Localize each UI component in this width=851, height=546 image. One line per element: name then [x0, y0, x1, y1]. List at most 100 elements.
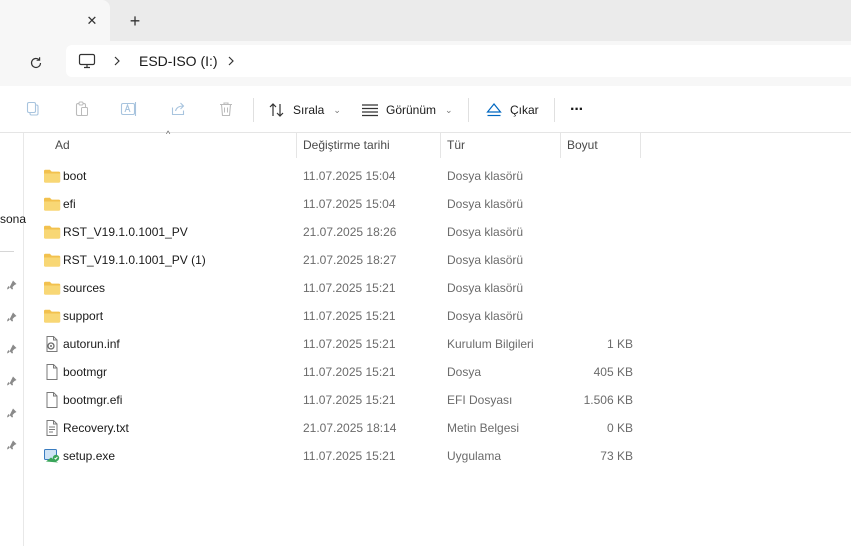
this-pc-icon — [78, 53, 96, 69]
file-row[interactable]: Recovery.txt 21.07.2025 18:14 Metin Belges… — [24, 414, 644, 442]
file-row[interactable]: boot 11.07.2025 15:04 Dosya klasörü — [24, 162, 644, 190]
file-name: RST_V19.1.0.1001_PV (1) — [63, 253, 206, 267]
delete-button[interactable] — [217, 100, 235, 118]
column-divider[interactable] — [296, 133, 297, 158]
new-tab-button[interactable]: + — [124, 11, 146, 31]
file-row[interactable]: sources 11.07.2025 15:21 Dosya klasörü — [24, 274, 644, 302]
sort-ascending-icon: ^ — [166, 129, 171, 139]
pin-icon[interactable] — [6, 407, 18, 419]
text-file-icon — [43, 420, 61, 436]
chevron-down-icon: ⌄ — [445, 104, 453, 115]
view-button[interactable]: Görünüm ⌄ — [361, 96, 453, 124]
file-modified: 11.07.2025 15:21 — [303, 337, 396, 351]
sort-button[interactable]: Sırala ⌄ — [268, 96, 341, 124]
column-header-modified[interactable]: Değiştirme tarihi — [303, 133, 390, 158]
pin-icon[interactable] — [6, 311, 18, 323]
folder-icon — [43, 196, 61, 212]
setup-exe-icon — [43, 448, 61, 464]
file-row[interactable]: autorun.inf 11.07.2025 15:21 Kurulum Bilgi… — [24, 330, 644, 358]
file-type: EFI Dosyası — [447, 393, 513, 407]
sort-icon — [269, 103, 284, 117]
paste-icon — [75, 101, 88, 117]
file-name: bootmgr — [63, 365, 108, 379]
file-type: Uygulama — [447, 449, 502, 463]
file-modified: 11.07.2025 15:21 — [303, 309, 396, 323]
file-row[interactable]: bootmgr 11.07.2025 15:21 Dosya 405 KB — [24, 358, 644, 386]
pin-icon[interactable] — [6, 375, 18, 387]
file-icon — [43, 364, 61, 380]
file-name: setup.exe — [63, 449, 116, 463]
close-tab-button[interactable]: ✕ — [82, 11, 102, 31]
file-modified: 11.07.2025 15:21 — [303, 449, 396, 463]
more-options-button[interactable]: ··· — [570, 96, 584, 124]
setup-info-file-icon — [43, 336, 61, 352]
chevron-down-icon: ⌄ — [333, 104, 341, 115]
paste-button[interactable] — [73, 100, 91, 118]
sort-label: Sırala — [293, 103, 325, 117]
column-divider[interactable] — [560, 133, 561, 158]
address-bar[interactable]: ESD-ISO (I:) — [66, 45, 851, 77]
nav-item-partial[interactable]: sona — [0, 212, 26, 226]
file-row[interactable]: bootmgr.efi 11.07.2025 15:21 EFI Dosyası 1.… — [24, 386, 644, 414]
column-divider[interactable] — [440, 133, 441, 158]
nav-divider — [0, 251, 14, 252]
share-button[interactable] — [169, 100, 187, 118]
file-type: Kurulum Bilgileri — [447, 337, 534, 351]
file-row[interactable]: efi 11.07.2025 15:04 Dosya klasörü — [24, 190, 644, 218]
file-modified: 21.07.2025 18:26 — [303, 225, 397, 239]
file-modified: 11.07.2025 15:21 — [303, 393, 396, 407]
navigation-pane: sona — [0, 133, 26, 546]
command-bar: Sırala ⌄ Görünüm ⌄ Çıkar ··· — [0, 86, 851, 133]
file-name: sources — [63, 281, 106, 295]
command-separator — [468, 98, 469, 122]
chevron-right-icon[interactable] — [226, 54, 236, 68]
rename-button[interactable] — [120, 100, 138, 118]
column-header-name[interactable]: Ad — [55, 133, 70, 158]
tab-active[interactable]: ✕ — [0, 0, 110, 41]
file-modified: 11.07.2025 15:21 — [303, 365, 396, 379]
file-type: Dosya klasörü — [447, 225, 524, 239]
file-row[interactable]: support 11.07.2025 15:21 Dosya klasörü — [24, 302, 644, 330]
folder-icon — [43, 280, 61, 296]
file-type: Dosya klasörü — [447, 281, 524, 295]
refresh-icon — [30, 57, 42, 69]
file-row[interactable]: setup.exe 11.07.2025 15:21 Uygulama 73 KB — [24, 442, 644, 470]
file-size: 73 KB — [600, 449, 633, 463]
column-header-type[interactable]: Tür — [447, 133, 465, 158]
file-name: efi — [63, 197, 76, 211]
file-row[interactable]: RST_V19.1.0.1001_PV (1) 21.07.2025 18:27 D… — [24, 246, 644, 274]
eject-icon — [486, 103, 502, 117]
command-separator — [253, 98, 254, 122]
close-icon: ✕ — [86, 13, 98, 28]
tab-strip: ✕ + — [0, 0, 851, 41]
chevron-right-icon[interactable] — [112, 54, 122, 68]
folder-icon — [43, 168, 61, 184]
rename-icon — [120, 102, 137, 116]
pin-icon[interactable] — [6, 343, 18, 355]
view-icon — [362, 104, 378, 117]
copy-icon — [26, 101, 39, 116]
file-size: 1.506 KB — [583, 393, 633, 407]
address-row: ESD-ISO (I:) — [0, 41, 851, 86]
pin-icon[interactable] — [6, 279, 18, 291]
breadcrumb-drive[interactable]: ESD-ISO (I:) — [139, 53, 218, 69]
file-icon — [43, 392, 61, 408]
file-type: Dosya klasörü — [447, 309, 524, 323]
file-name: bootmgr.efi — [63, 393, 123, 407]
column-header-size[interactable]: Boyut — [567, 133, 598, 158]
file-type: Dosya — [447, 365, 482, 379]
folder-icon — [43, 252, 61, 268]
eject-button[interactable]: Çıkar — [485, 96, 539, 124]
command-separator — [554, 98, 555, 122]
column-divider[interactable] — [640, 133, 641, 158]
file-name: boot — [63, 169, 87, 183]
pin-icon[interactable] — [6, 439, 18, 451]
file-modified: 11.07.2025 15:21 — [303, 281, 396, 295]
copy-button[interactable] — [24, 100, 42, 118]
folder-icon — [43, 224, 61, 240]
more-icon: ··· — [570, 101, 584, 118]
refresh-button[interactable] — [24, 51, 48, 75]
file-row[interactable]: RST_V19.1.0.1001_PV 21.07.2025 18:26 Dosya… — [24, 218, 644, 246]
file-modified: 11.07.2025 15:04 — [303, 169, 396, 183]
file-name: support — [63, 309, 104, 323]
